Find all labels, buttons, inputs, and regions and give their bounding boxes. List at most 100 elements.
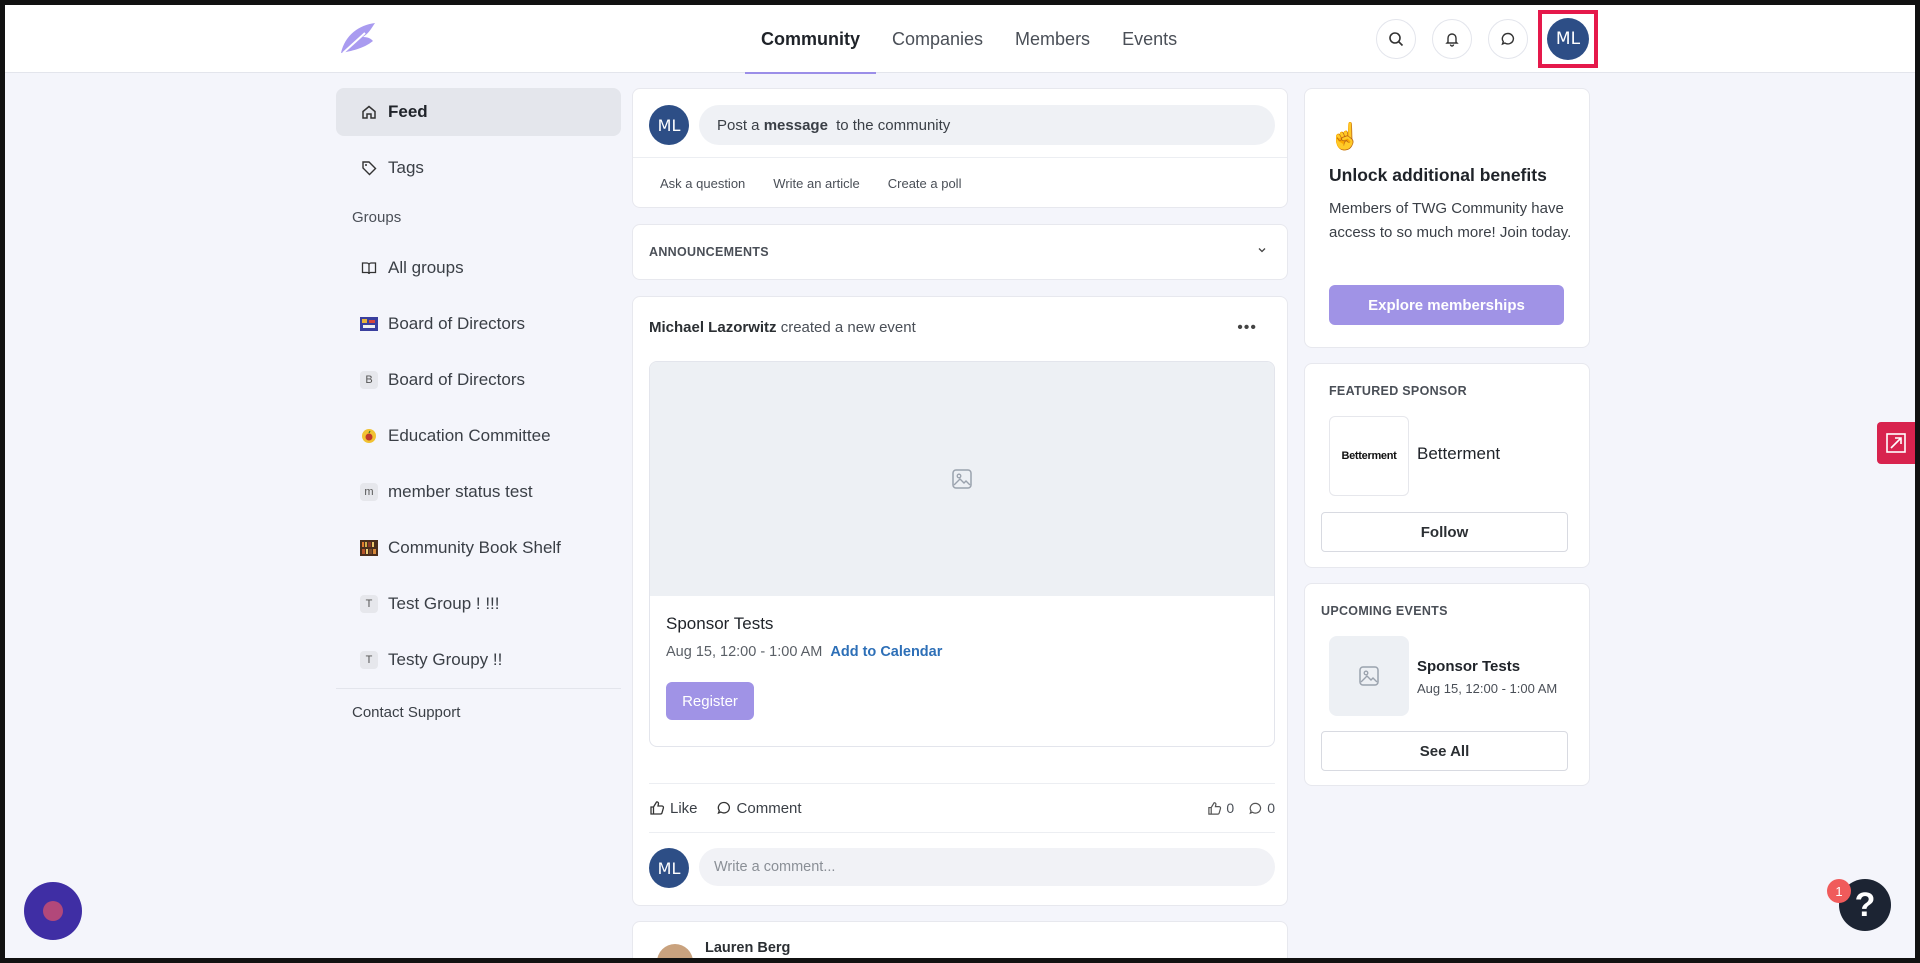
add-to-calendar-link[interactable]: Add to Calendar (830, 644, 942, 660)
groups-heading: Groups (352, 208, 402, 226)
post-message-input[interactable]: Post a message to the community (699, 105, 1275, 145)
bell-icon (1445, 33, 1459, 47)
featured-sponsor-card: FEATURED SPONSOR Betterment Betterment F… (1304, 363, 1590, 568)
nav-members[interactable]: Members (999, 5, 1106, 73)
home-icon (360, 103, 378, 121)
notifications-button[interactable] (1432, 19, 1472, 59)
comment-input[interactable]: Write a comment... (699, 848, 1275, 886)
register-button[interactable]: Register (666, 682, 754, 720)
sidebar-item-label: member status test (388, 482, 533, 501)
group-letter-badge: B (360, 371, 378, 389)
left-sidebar: Feed Tags Groups All groups Board of Dir… (336, 88, 621, 725)
pointing-up-emoji: ☝️ (1329, 121, 1362, 151)
post-composer: ML Post a message to the community Ask a… (632, 88, 1288, 208)
upcoming-events-card: UPCOMING EVENTS Sponsor Tests Aug 15, 12… (1304, 583, 1590, 786)
explore-memberships-button[interactable]: Explore memberships (1329, 285, 1564, 325)
comment-icon (1249, 802, 1262, 814)
post-author[interactable]: Lauren Berg (705, 940, 790, 956)
sidebar-item-label: Testy Groupy !! (388, 650, 503, 669)
event-card[interactable]: Sponsor Tests Aug 15, 12:00 - 1:00 AM Add… (649, 361, 1275, 747)
app-frame: Community Companies Members Events ML Fe… (5, 5, 1915, 958)
create-poll-button[interactable]: Create a poll (877, 176, 973, 191)
chat-widget-button[interactable] (24, 882, 82, 940)
thumbs-up-icon (1208, 801, 1222, 815)
bookshelf-icon (360, 539, 378, 557)
community-logo[interactable] (335, 17, 379, 61)
sidebar-item-label: All groups (388, 258, 464, 277)
like-count-value: 0 (1226, 800, 1235, 816)
sidebar-item-community-book-shelf[interactable]: Community Book Shelf (336, 524, 621, 572)
image-placeholder-icon (952, 469, 972, 489)
book-open-icon (360, 259, 378, 277)
search-icon (1389, 32, 1404, 47)
comment-icon (716, 801, 730, 815)
announcements-panel[interactable]: ANNOUNCEMENTS (632, 224, 1288, 280)
group-thumbnail-icon (360, 315, 378, 333)
benefits-text: Members of TWG Community have access to … (1329, 200, 1572, 241)
composer-avatar: ML (649, 105, 689, 145)
ask-question-button[interactable]: Ask a question (649, 176, 756, 191)
event-title[interactable]: Sponsor Tests (666, 614, 773, 634)
chevron-down-icon[interactable] (1257, 245, 1267, 255)
post-header: Michael Lazorwitz created a new event (649, 319, 916, 336)
comment-label: Comment (736, 799, 802, 817)
post-action-text: created a new event (776, 319, 916, 336)
comment-button[interactable]: Comment (716, 800, 802, 817)
write-article-button[interactable]: Write an article (762, 176, 870, 191)
post-more-options-icon[interactable]: ••• (1237, 319, 1257, 337)
upcoming-events-label: UPCOMING EVENTS (1321, 604, 1448, 618)
event-thumbnail[interactable] (1329, 636, 1409, 716)
like-count: 0 (1207, 800, 1234, 816)
messages-button[interactable] (1488, 19, 1528, 59)
follow-button[interactable]: Follow (1321, 512, 1568, 552)
sidebar-item-testy-groupy[interactable]: T Testy Groupy !! (336, 636, 621, 684)
sidebar-item-member-status-test[interactable]: m member status test (336, 468, 621, 516)
sidebar-item-label: Board of Directors (388, 370, 525, 389)
sidebar-item-board-of-directors-b[interactable]: B Board of Directors (336, 356, 621, 404)
contact-support-link[interactable]: Contact Support (336, 699, 621, 725)
user-avatar[interactable]: ML (1547, 18, 1589, 60)
composer-prompt-bold: message (763, 116, 828, 134)
event-image-placeholder (650, 362, 1274, 596)
sidebar-item-test-group[interactable]: T Test Group ! !!! (336, 580, 621, 628)
sidebar-item-feed[interactable]: Feed (336, 88, 621, 136)
nav-community[interactable]: Community (745, 5, 876, 74)
author-photo[interactable] (657, 944, 693, 958)
like-label: Like (670, 799, 698, 817)
feed-post-next: Lauren Berg (632, 921, 1288, 958)
chat-icon (1501, 32, 1515, 46)
upcoming-event-name[interactable]: Sponsor Tests (1417, 658, 1520, 675)
user-menu-highlight[interactable]: ML (1538, 10, 1598, 68)
help-notification-badge: 1 (1827, 879, 1851, 903)
commenter-avatar: ML (649, 848, 689, 888)
feedback-tab[interactable] (1877, 422, 1915, 464)
nav-companies[interactable]: Companies (876, 5, 999, 73)
event-date-text: Aug 15, 12:00 - 1:00 AM (666, 644, 823, 660)
sidebar-item-all-groups[interactable]: All groups (336, 244, 621, 292)
search-button[interactable] (1376, 19, 1416, 59)
like-button[interactable]: Like (649, 800, 698, 817)
composer-prompt-post: to the community (831, 116, 951, 134)
sidebar-item-label: Test Group ! !!! (388, 594, 500, 613)
post-counts: 0 0 (1193, 800, 1275, 816)
see-all-button[interactable]: See All (1321, 731, 1568, 771)
comment-count: 0 (1248, 800, 1275, 816)
benefits-title: Unlock additional benefits (1329, 165, 1547, 185)
sidebar-item-label: Feed (388, 102, 428, 121)
sidebar-item-tags[interactable]: Tags (336, 144, 621, 192)
post-actions: Like Comment 0 0 (649, 783, 1275, 833)
benefits-card: ☝️ Unlock additional benefits Members of… (1304, 88, 1590, 348)
upcoming-event-time: Aug 15, 12:00 - 1:00 AM (1417, 681, 1558, 696)
group-letter-badge: T (360, 651, 378, 669)
sponsor-logo[interactable]: Betterment (1329, 416, 1409, 496)
sidebar-item-education-committee[interactable]: Education Committee (336, 412, 621, 460)
sidebar-item-label: Community Book Shelf (388, 538, 561, 557)
sidebar-item-label: Tags (388, 158, 424, 177)
post-author[interactable]: Michael Lazorwitz (649, 319, 777, 336)
nav-events[interactable]: Events (1106, 5, 1193, 73)
sponsor-name[interactable]: Betterment (1417, 444, 1500, 464)
sidebar-item-board-of-directors[interactable]: Board of Directors (336, 300, 621, 348)
sidebar-item-label: Education Committee (388, 426, 551, 445)
sidebar-item-label: Board of Directors (388, 314, 525, 333)
chat-widget-dot (43, 901, 63, 921)
